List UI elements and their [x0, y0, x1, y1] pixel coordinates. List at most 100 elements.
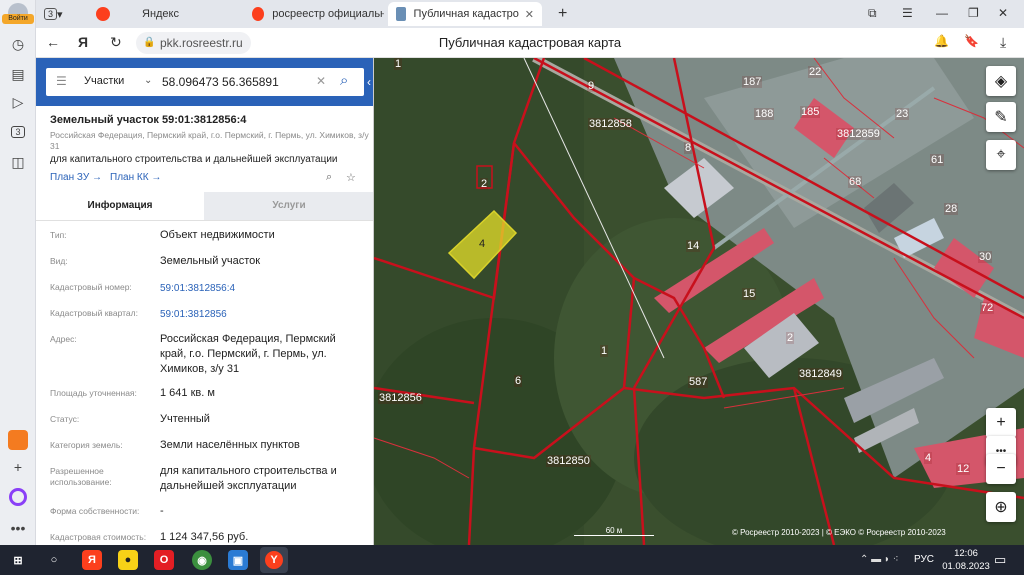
close-tab-icon[interactable]: ✕ [525, 8, 534, 21]
plot-label: 185 [800, 106, 821, 118]
quarter-label: 3812850 [546, 455, 591, 467]
menu-icon[interactable]: ☰ [902, 6, 913, 20]
plot-label: 6 [514, 375, 523, 387]
page-title: Публичная кадастровая карта [438, 35, 622, 50]
search-type-select[interactable]: Участки [84, 75, 124, 87]
clock-time[interactable]: 12:06 [946, 548, 986, 559]
layers-icon: ◈ [994, 73, 1008, 90]
close-window-button[interactable]: ✕ [998, 6, 1008, 20]
search-input[interactable]: 58.096473 56.365891 [162, 75, 279, 89]
zoom-to-object-icon[interactable]: ⌕ [326, 171, 332, 184]
map-attribution: © Росреестр 2010-2023 | © ЕЭКО © Росреес… [732, 528, 946, 537]
bookmark-icon[interactable]: 🔖 [964, 34, 979, 48]
yandex-browser-icon[interactable]: Я [82, 550, 102, 570]
play-icon[interactable]: ▷ [6, 90, 30, 114]
collections-icon[interactable]: ▤ [6, 62, 30, 86]
messenger-icon[interactable]: ◫ [6, 150, 30, 174]
beeline-icon[interactable]: ● [118, 550, 138, 570]
quarter-label: 3812849 [798, 368, 843, 380]
plot-label: 1 [600, 345, 609, 357]
search-bar: ☰ Участки ⌄ 58.096473 56.365891 ✕ ⌕ ‹ [36, 58, 373, 106]
cadastral-map[interactable]: 2 4 6 1 1 9 8 14 15 587 187 188 185 22 2… [374, 58, 1024, 545]
browser-sidebar: Войти ◷ ▤ ▷ 3 ◫ + ••• [0, 0, 36, 545]
tab-services[interactable]: Услуги [204, 192, 373, 220]
plot-label: 12 [956, 463, 971, 475]
clock-date[interactable]: 01.08.2023 [940, 561, 992, 572]
search-icon[interactable]: ○ [44, 550, 64, 570]
divider [36, 220, 373, 221]
tab-group-icon[interactable]: 3 ▾ [36, 2, 82, 26]
chevron-down-icon[interactable]: ⌄ [144, 75, 152, 86]
tab-yandex[interactable]: Яндекс [88, 2, 238, 26]
zoom-in-button[interactable]: + [986, 408, 1016, 438]
opera-icon[interactable]: O [154, 550, 174, 570]
plan-zu-link[interactable]: План ЗУ → [50, 172, 102, 183]
login-button[interactable]: Войти [2, 14, 34, 24]
zoom-out-button[interactable]: − [986, 454, 1016, 484]
address-bar: ← Я ↻ 🔒 pkk.rosreestr.ru Публичная кадас… [36, 28, 1024, 58]
plot-label: 2 [786, 332, 795, 344]
plot-label: 15 [742, 288, 757, 300]
plot-label: 187 [742, 76, 763, 88]
ruler-icon: ✎ [994, 109, 1008, 126]
tab-info[interactable]: Информация [36, 192, 204, 220]
plot-label: 61 [930, 154, 945, 166]
quarter-label: 3812858 [588, 118, 633, 130]
tray-icons[interactable]: ⌃ ▬ ◗ ⁖ [860, 554, 899, 565]
minus-icon: − [996, 460, 1006, 477]
yandex-browser-active-icon[interactable]: Y [260, 547, 288, 573]
photos-icon[interactable]: ▣ [228, 550, 248, 570]
plan-kk-link[interactable]: План КК → [110, 172, 161, 183]
locate-button[interactable]: ⌖ [986, 140, 1016, 170]
compass-button[interactable]: ⊕ [986, 492, 1016, 522]
measure-button[interactable]: ✎ [986, 102, 1016, 132]
app-icon[interactable] [8, 430, 28, 450]
plus-icon: + [996, 414, 1006, 431]
plot-label: 9 [587, 80, 596, 92]
add-icon[interactable]: + [6, 455, 30, 479]
compass-icon: ⊕ [994, 499, 1008, 516]
selected-plot-label: 4 [479, 238, 486, 250]
more-icon[interactable]: ••• [6, 516, 30, 540]
collapse-panel-icon[interactable]: ‹ [364, 58, 373, 106]
plot-label: 28 [944, 203, 959, 215]
plot-label: 22 [808, 66, 823, 78]
plot-label: 23 [895, 108, 910, 120]
hamburger-icon[interactable]: ☰ [56, 74, 67, 88]
quarter-label: 3812856 [378, 392, 423, 404]
object-address: Российская Федерация, Пермский край, г.о… [50, 130, 369, 151]
minimize-button[interactable]: — [936, 6, 948, 20]
tab-counter-icon[interactable]: 3 [6, 120, 30, 144]
windows-start-icon[interactable]: ⊞ [8, 550, 28, 570]
star-icon[interactable]: ☆ [346, 171, 356, 184]
search-icon[interactable]: ⌕ [340, 72, 348, 89]
plot-label: 8 [684, 142, 693, 154]
search-box: ☰ Участки ⌄ 58.096473 56.365891 ✕ ⌕ [46, 68, 364, 96]
clear-icon[interactable]: ✕ [316, 74, 326, 88]
plot-label: 1 [394, 58, 403, 70]
plot-label: 68 [848, 176, 863, 188]
yandex-icon [252, 7, 265, 21]
crosshair-icon: ⌖ [996, 146, 1006, 163]
map-icon [396, 7, 406, 21]
tab-rosreestr-search[interactable]: росреестр официальный [244, 2, 392, 26]
history-icon[interactable]: ◷ [6, 32, 30, 56]
tab-kadastr-map[interactable]: Публичная кадастровая карта ✕ [388, 2, 542, 26]
notifications-icon[interactable]: 🔔 [934, 34, 949, 48]
layers-button[interactable]: ◈ [986, 66, 1016, 96]
plot-label: 30 [978, 251, 993, 263]
plot-label: 188 [754, 108, 775, 120]
yandex-icon [96, 7, 110, 21]
alice-icon[interactable] [9, 488, 27, 506]
language-indicator[interactable]: РУС [914, 554, 934, 565]
restore-button[interactable]: ❐ [968, 6, 979, 20]
plot-label: 4 [924, 452, 933, 464]
object-title: Земельный участок 59:01:3812856:4 [50, 114, 247, 126]
plot-label: 2 [480, 178, 489, 190]
new-tab-button[interactable]: + [550, 2, 572, 26]
download-icon[interactable]: ⤓ [1000, 34, 1006, 51]
bookmarks-icon[interactable]: ⧉ [868, 6, 877, 21]
chrome-icon[interactable]: ◉ [192, 550, 212, 570]
notifications-icon[interactable]: ▭ [994, 552, 1006, 568]
map-scale: 60 м [574, 526, 654, 536]
